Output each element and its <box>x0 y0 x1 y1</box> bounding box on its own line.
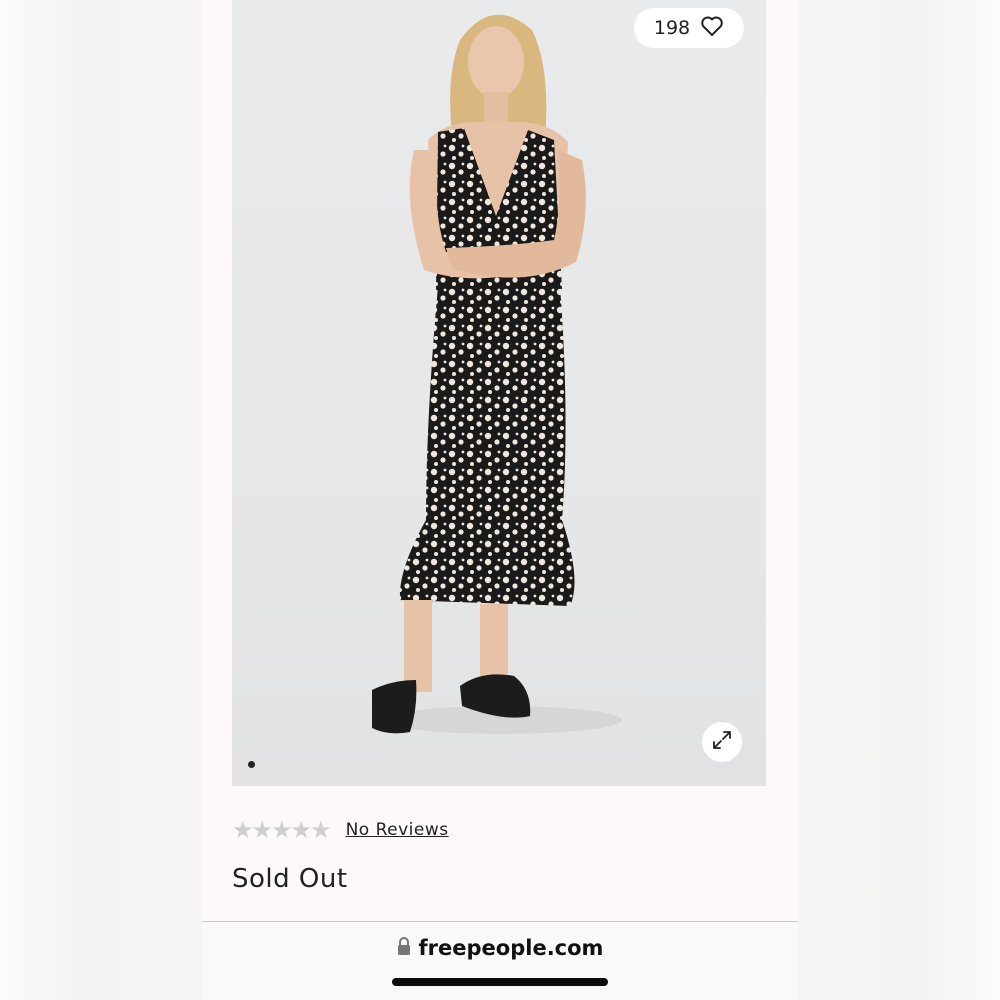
like-count: 198 <box>653 17 691 39</box>
url-display[interactable]: freepeople.com <box>202 936 798 960</box>
heart-icon <box>700 15 724 42</box>
like-button[interactable]: 198 <box>634 8 744 48</box>
expand-icon <box>711 729 733 755</box>
star-rating: ★★★★★ <box>232 816 332 844</box>
carousel-indicator-dot <box>248 761 255 768</box>
model-photo <box>372 14 622 734</box>
reviews-link[interactable]: No Reviews <box>346 820 449 840</box>
url-domain: freepeople.com <box>418 936 604 960</box>
browser-url-bar[interactable]: freepeople.com <box>202 921 798 1000</box>
home-indicator[interactable] <box>392 978 608 986</box>
rating-row: ★★★★★ No Reviews <box>232 816 449 844</box>
right-blur-background <box>798 0 1000 1000</box>
product-status: Sold Out <box>232 864 348 894</box>
lock-icon <box>397 936 411 960</box>
product-image[interactable]: 198 <box>232 0 766 786</box>
phone-screen: 198 ★★★★★ No Reviews Sold Out freepeople… <box>202 0 798 1000</box>
left-blur-background <box>0 0 202 1000</box>
expand-image-button[interactable] <box>702 722 742 762</box>
